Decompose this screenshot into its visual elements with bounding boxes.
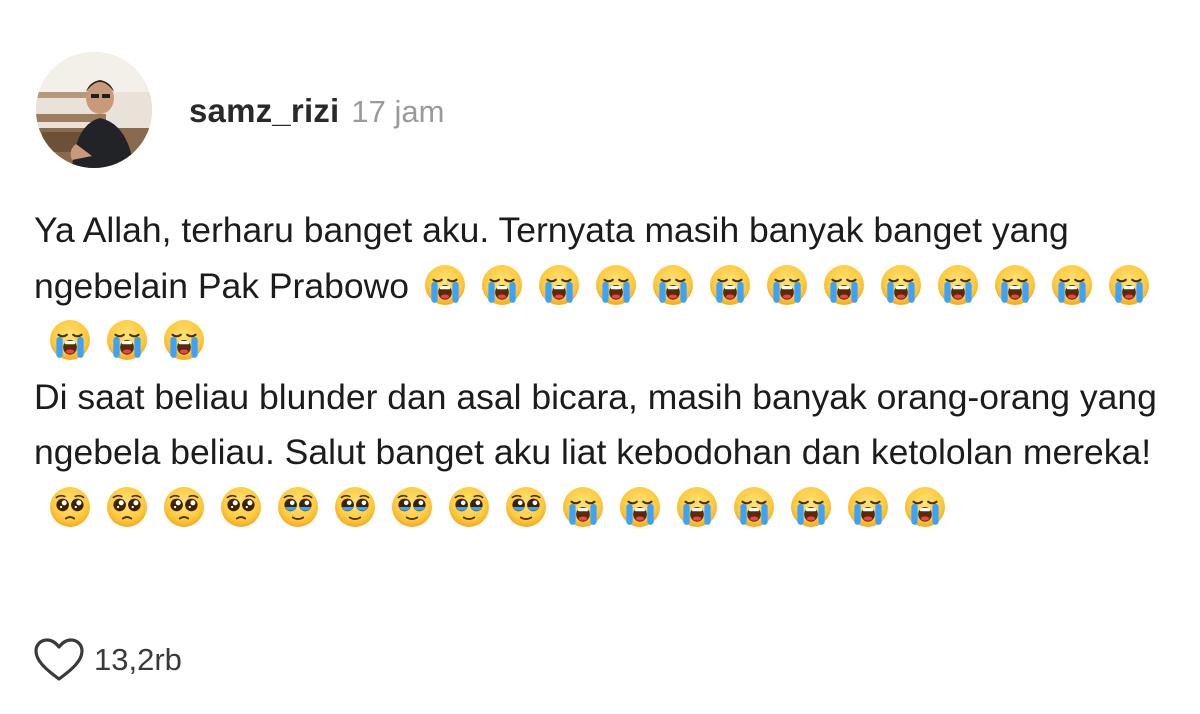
loudly-crying-face-icon [709, 264, 751, 306]
loudly-crying-face-icon [163, 319, 205, 361]
loudly-crying-face-icon [904, 486, 946, 528]
pleading-face-icon [220, 486, 262, 528]
loudly-crying-face-icon [847, 486, 889, 528]
loudly-crying-face-icon [652, 264, 694, 306]
loudly-crying-face-icon [49, 319, 91, 361]
loudly-crying-face-icon [823, 264, 865, 306]
loudly-crying-face-icon [595, 264, 637, 306]
loudly-crying-face-icon [766, 264, 808, 306]
loudly-crying-face-icon [481, 264, 523, 306]
post-actions: 13,2rb [34, 638, 182, 682]
face-holding-back-tears-icon [505, 486, 547, 528]
post-text: Di saat beliau blunder dan asal bicara, … [34, 376, 1157, 473]
post-body: Ya Allah, terharu banget aku. Ternyata m… [34, 203, 1174, 536]
loudly-crying-face-icon [676, 486, 718, 528]
loudly-crying-face-icon [619, 486, 661, 528]
loudly-crying-face-icon [994, 264, 1036, 306]
pleading-face-icon [163, 486, 205, 528]
face-holding-back-tears-icon [277, 486, 319, 528]
face-holding-back-tears-icon [334, 486, 376, 528]
loudly-crying-face-icon [538, 264, 580, 306]
post-paragraph-1: Ya Allah, terharu banget aku. Ternyata m… [34, 203, 1174, 370]
pleading-face-icon [106, 486, 148, 528]
face-holding-back-tears-icon [448, 486, 490, 528]
loudly-crying-face-icon [1108, 264, 1150, 306]
post-header: samz_rizi 17 jam [36, 52, 444, 168]
pleading-face-icon [49, 486, 91, 528]
face-holding-back-tears-icon [391, 486, 433, 528]
post-time: 17 jam [351, 94, 445, 129]
loudly-crying-face-icon [790, 486, 832, 528]
loudly-crying-face-icon [424, 264, 466, 306]
like-count: 13,2rb [94, 642, 182, 677]
loudly-crying-face-icon [1051, 264, 1093, 306]
loudly-crying-face-icon [733, 486, 775, 528]
loudly-crying-face-icon [937, 264, 979, 306]
emoji-sequence [34, 488, 946, 528]
post-paragraph-2: Di saat beliau blunder dan asal bicara, … [34, 370, 1174, 537]
loudly-crying-face-icon [106, 319, 148, 361]
heart-outline-icon[interactable] [34, 638, 84, 682]
post-meta: samz_rizi 17 jam [189, 92, 444, 130]
loudly-crying-face-icon [562, 486, 604, 528]
loudly-crying-face-icon [880, 264, 922, 306]
username[interactable]: samz_rizi [189, 92, 339, 130]
avatar[interactable] [36, 52, 152, 168]
